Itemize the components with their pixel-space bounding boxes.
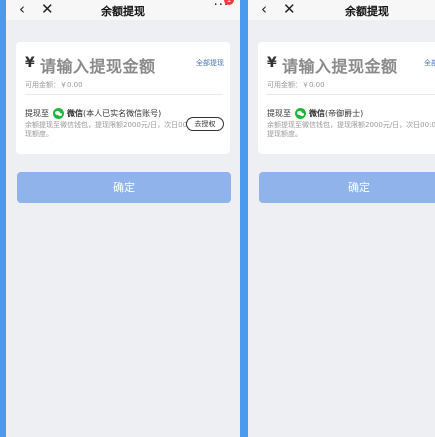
divider: [267, 94, 435, 95]
withdraw-to-label: 提现至: [267, 109, 291, 118]
currency-symbol: ¥: [267, 55, 277, 71]
account-name: (帝御爵士): [325, 109, 364, 118]
confirm-button[interactable]: 确定: [259, 172, 435, 203]
withdraw-card: ¥ 请输入提现金额 全部提现 可用金额：￥0.00 提现至 微信 (本人已实名微…: [16, 42, 230, 154]
authorize-button[interactable]: 去授权: [186, 117, 224, 131]
wechat-icon: [295, 108, 306, 119]
amount-input[interactable]: 请输入提现金额: [40, 53, 156, 77]
withdraw-card: ¥ 请输入提现金额 全部提现 可用金额：￥0.00 提现至 微信 (帝御爵士) …: [258, 42, 435, 154]
withdraw-all-link[interactable]: 全部提现: [196, 58, 224, 68]
withdraw-all-link[interactable]: 全部提现: [424, 58, 435, 68]
withdraw-screen-left: ‹ ✕ 余额提现 ··· 1 ¥ 请输入提现金额 全部提现 可用金额：￥0.00…: [6, 0, 240, 437]
page-title: 余额提现: [101, 5, 145, 18]
page-title: 余额提现: [345, 5, 389, 18]
wallet-name: 微信: [67, 109, 83, 118]
withdraw-destination: 提现至 微信 (本人已实名微信账号): [25, 108, 161, 119]
wallet-name: 微信: [309, 109, 325, 118]
withdraw-notice: 余额提现至微信钱包，提现限额2000元/日，次日00:00恢复提现额度。: [267, 121, 435, 138]
withdraw-screen-right: ‹ ✕ 余额提现 ¥ 请输入提现金额 全部提现 可用金额：￥0.00 提现至 微…: [248, 0, 435, 437]
available-balance: 可用金额：￥0.00: [267, 81, 325, 89]
withdraw-to-label: 提现至: [25, 109, 49, 118]
wechat-icon: [53, 108, 64, 119]
withdraw-destination: 提现至 微信 (帝御爵士): [267, 108, 363, 119]
account-name: (本人已实名微信账号): [83, 109, 162, 118]
confirm-button[interactable]: 确定: [17, 172, 231, 203]
nav-bar: ‹ ✕ 余额提现 ··· 1: [6, 0, 240, 20]
nav-bar: ‹ ✕ 余额提现: [248, 0, 435, 20]
currency-symbol: ¥: [25, 55, 35, 71]
divider: [25, 94, 223, 95]
available-balance: 可用金额：￥0.00: [25, 81, 83, 89]
amount-input[interactable]: 请输入提现金额: [282, 53, 398, 77]
